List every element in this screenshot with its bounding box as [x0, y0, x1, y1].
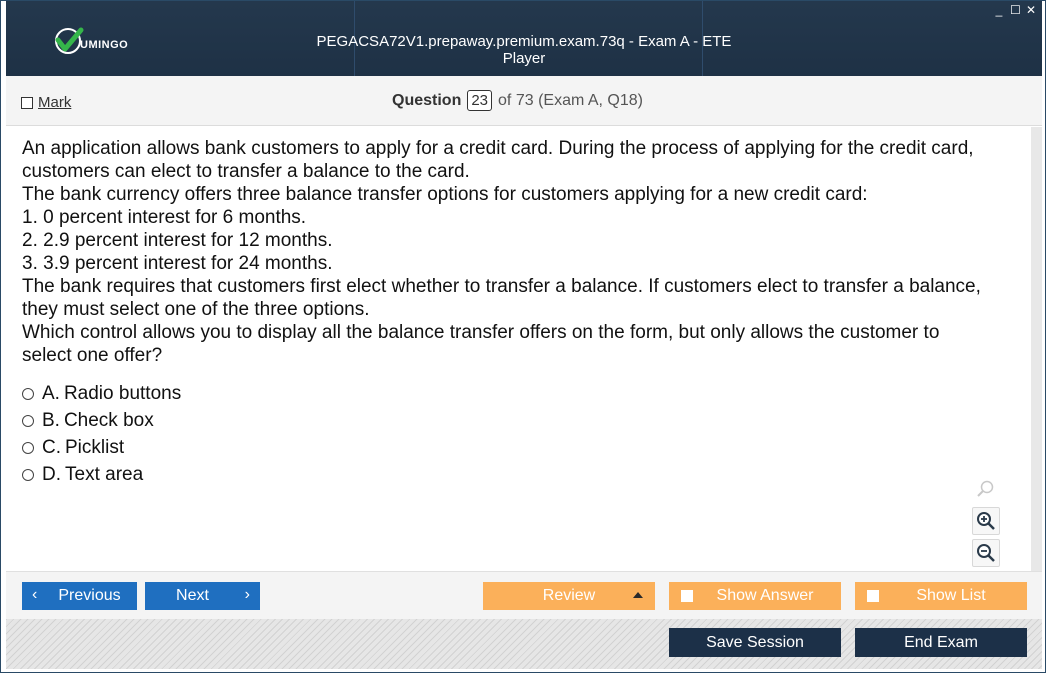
option-text: Text area — [65, 463, 144, 485]
minimize-icon[interactable]: _ — [994, 4, 1004, 16]
navigation-toolbar: ‹ Previous Next › Review Show Answer Sho… — [6, 571, 1042, 619]
question-indicator: Question 23 of 73 (Exam A, Q18) — [392, 90, 643, 111]
show-list-label: Show List — [916, 587, 986, 604]
checkbox-icon[interactable] — [21, 96, 33, 109]
review-button[interactable]: Review — [483, 582, 655, 610]
next-button[interactable]: Next › — [145, 582, 260, 610]
show-answer-label: Show Answer — [716, 587, 814, 604]
chevron-right-icon: › — [244, 586, 250, 603]
app-logo: UMINGO — [52, 25, 128, 57]
answer-option-d[interactable]: D. Text area — [22, 461, 181, 488]
question-paragraph: 3. 3.9 percent interest for 24 months. — [22, 253, 333, 274]
logo-text: UMINGO — [80, 39, 129, 51]
option-letter: C. — [42, 436, 61, 458]
question-label: Question — [392, 91, 462, 109]
review-label: Review — [542, 587, 596, 604]
save-session-button[interactable]: Save Session — [669, 628, 841, 657]
checkbox-icon[interactable] — [681, 590, 693, 602]
checkbox-icon[interactable] — [867, 590, 879, 602]
previous-label: Previous — [58, 587, 121, 604]
question-paragraph: The bank currency offers three balance t… — [22, 184, 868, 205]
session-bar: Save Session End Exam — [6, 619, 1042, 669]
option-letter: D. — [42, 463, 61, 485]
answer-option-b[interactable]: B. Check box — [22, 407, 181, 434]
caret-up-icon — [633, 592, 643, 598]
maximize-icon[interactable]: ☐ — [1010, 4, 1021, 16]
window-controls: _ ☐ ✕ — [994, 4, 1036, 16]
scrollbar[interactable] — [1031, 127, 1042, 571]
zoom-out-icon[interactable] — [972, 539, 1000, 567]
question-header: Mark Question 23 of 73 (Exam A, Q18) — [6, 76, 1042, 126]
question-paragraph: The bank requires that customers first e… — [22, 276, 981, 320]
close-icon[interactable]: ✕ — [1026, 4, 1036, 16]
option-text: Picklist — [65, 436, 125, 458]
question-content: An application allows bank customers to … — [6, 127, 1042, 571]
option-text: Radio buttons — [63, 382, 182, 404]
save-session-label: Save Session — [706, 633, 804, 651]
radio-icon[interactable] — [22, 441, 34, 454]
mark-label[interactable]: Mark — [38, 94, 71, 111]
title-bar: UMINGO PEGACSA72V1.prepaway.premium.exam… — [6, 1, 1042, 76]
question-paragraph: 2. 2.9 percent interest for 12 months. — [22, 230, 333, 251]
option-text: Check box — [63, 409, 154, 431]
zoom-tools — [972, 475, 1000, 567]
answer-option-a[interactable]: A. Radio buttons — [22, 380, 181, 407]
question-number-input[interactable]: 23 — [467, 90, 493, 111]
answer-option-c[interactable]: C. Picklist — [22, 434, 181, 461]
question-paragraph: An application allows bank customers to … — [22, 138, 974, 182]
zoom-in-icon[interactable] — [972, 507, 1000, 535]
magnifier-icon[interactable] — [972, 475, 1000, 503]
option-letter: A. — [42, 382, 60, 404]
radio-icon[interactable] — [22, 468, 34, 481]
previous-button[interactable]: ‹ Previous — [22, 582, 137, 610]
radio-icon[interactable] — [22, 414, 34, 427]
question-paragraph: 1. 0 percent interest for 6 months. — [22, 207, 307, 228]
option-letter: B. — [42, 409, 60, 431]
show-answer-button[interactable]: Show Answer — [669, 582, 841, 610]
question-paragraph: Which control allows you to display all … — [22, 322, 940, 366]
radio-icon[interactable] — [22, 387, 34, 400]
mark-checkbox[interactable]: Mark — [21, 94, 71, 111]
next-label: Next — [176, 587, 209, 604]
window-title: PEGACSA72V1.prepaway.premium.exam.73q - … — [316, 33, 732, 67]
question-total: of 73 (Exam A, Q18) — [498, 91, 643, 109]
question-text: An application allows bank customers to … — [22, 137, 992, 367]
end-exam-label: End Exam — [904, 633, 978, 651]
show-list-button[interactable]: Show List — [855, 582, 1027, 610]
ete-player-window: UMINGO PEGACSA72V1.prepaway.premium.exam… — [0, 0, 1046, 673]
answer-options: A. Radio buttons B. Check box C. Picklis… — [22, 380, 181, 488]
end-exam-button[interactable]: End Exam — [855, 628, 1027, 657]
chevron-left-icon: ‹ — [32, 586, 38, 603]
